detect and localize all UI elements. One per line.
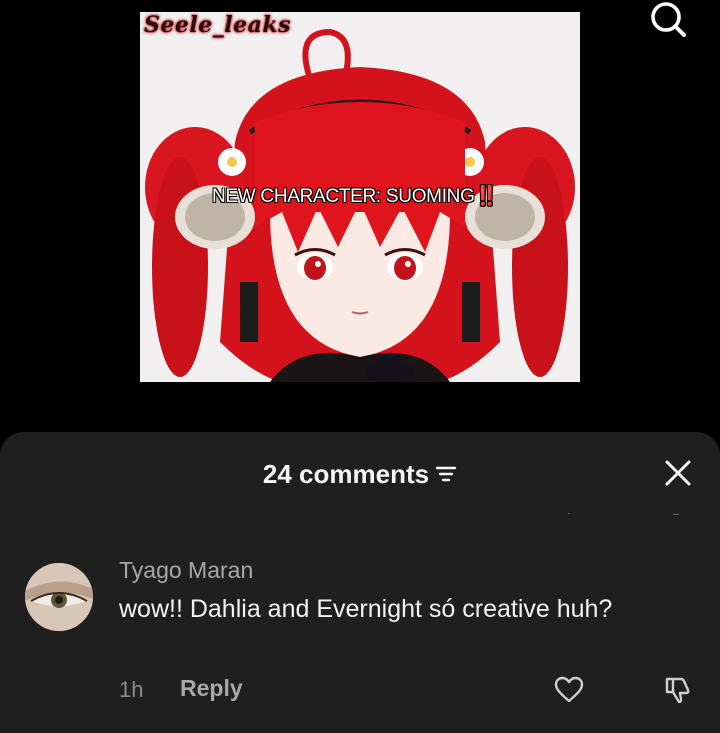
avatar[interactable] — [25, 563, 93, 631]
avatar-image — [25, 563, 93, 631]
comment-username[interactable]: Tyago Maran — [119, 557, 253, 584]
screen: Seele_leaks NEW CHARACTER: SUOMING‼️ 24 … — [0, 0, 720, 733]
comments-sheet: 24 comments Tyago Maran wow!! Dahlia and… — [0, 432, 720, 733]
search-button[interactable] — [646, 0, 692, 40]
reply-button[interactable]: Reply — [180, 675, 243, 702]
close-icon — [665, 460, 691, 486]
close-comments-button[interactable] — [664, 459, 692, 487]
sort-icon[interactable] — [435, 463, 457, 485]
comments-header: 24 comments — [0, 454, 720, 494]
like-button[interactable] — [553, 674, 585, 706]
divider-mark — [568, 513, 570, 514]
caption-emphasis: ‼️ — [474, 186, 499, 207]
thumbs-down-icon — [665, 677, 690, 704]
comments-count: 24 comments — [262, 458, 430, 489]
comment-item: Tyago Maran wow!! Dahlia and Evernight s… — [0, 552, 720, 733]
divider-mark — [673, 514, 679, 515]
watermark-logo: Seele_leaks — [144, 12, 291, 38]
heart-icon — [554, 676, 584, 703]
video-frame[interactable]: Seele_leaks NEW CHARACTER: SUOMING‼️ — [140, 12, 580, 382]
comment-timestamp: 1h — [119, 677, 144, 702]
dislike-button[interactable] — [662, 674, 694, 706]
comment-text: wow!! Dahlia and Evernight só creative h… — [119, 595, 613, 623]
search-icon — [651, 2, 686, 37]
video-caption-overlay: NEW CHARACTER: SUOMING‼️ — [212, 184, 498, 208]
caption-text: NEW CHARACTER: SUOMING — [212, 186, 475, 207]
